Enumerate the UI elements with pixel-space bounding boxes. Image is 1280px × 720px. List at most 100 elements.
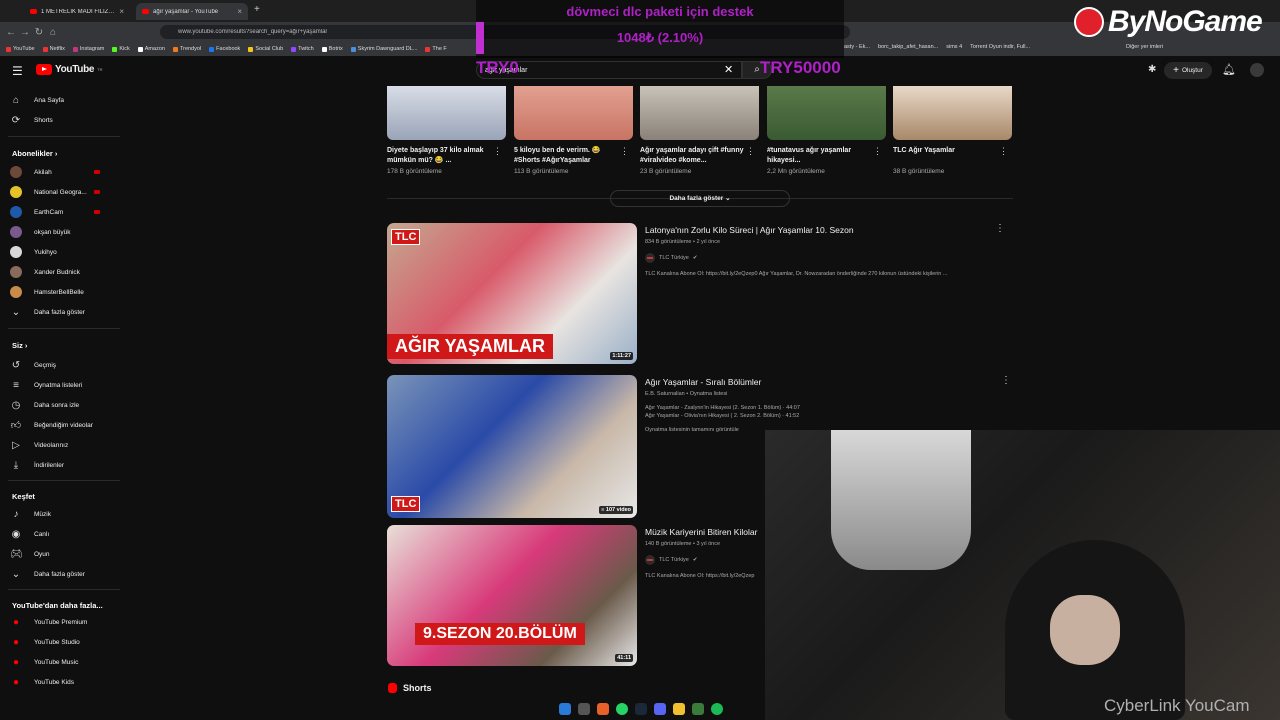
sidebar-item-liked[interactable]: 👍︎ Beğendiğim videolar [10,418,93,432]
more-options-icon[interactable]: ⋮ [746,146,755,157]
short-card[interactable]: 5 kiloyu ben de verirm. 😂 #Shorts #AğırY… [514,86,633,175]
short-title[interactable]: 5 kiloyu ben de verirm. 😂 #Shorts #AğırY… [514,146,618,166]
sidebar-item-live[interactable]: ◉ Canlı [10,527,50,541]
bookmark[interactable]: Botrix [321,46,343,52]
sidebar-item-home[interactable]: ⌂ Ana Sayfa [10,93,64,107]
extension-icon[interactable]: ✱ [1148,64,1156,75]
bookmark[interactable]: Skyrim Dawnguard DL... [350,46,417,52]
sidebar-item-your-videos[interactable]: ▷ Videolarınız [10,438,68,452]
steam-icon[interactable] [635,703,647,715]
bookmark[interactable]: Torrent Oyun indir, Full... [970,44,1030,50]
whatsapp-icon[interactable] [616,703,628,715]
sidebar-item-watch-later[interactable]: ◷ Daha sonra izle [10,398,80,412]
short-title[interactable]: #tunatavus ağır yaşamlar hikayesi... [767,146,871,166]
short-thumbnail[interactable] [767,86,886,140]
sidebar-item-subscription[interactable]: Yukihyo [10,245,57,259]
notifications-bell-icon[interactable]: 🔔︎ [1222,63,1236,76]
sidebar-item-subscription[interactable]: okşan büyük [10,225,71,239]
sidebar-item-subscription[interactable]: EarthCam [10,205,63,219]
sidebar-item-studio[interactable]: ● YouTube Studio [10,635,80,649]
sidebar-item-subscription[interactable]: HamsterBellBelle [10,285,84,299]
bookmark[interactable]: borc_takip_afet_hasan... [878,44,938,50]
more-options-icon[interactable]: ⋮ [493,146,502,157]
close-tab-icon[interactable]: × [237,7,242,16]
sidebar-item-subscription[interactable]: National Geogra... [10,185,87,199]
short-title[interactable]: TLC Ağır Yaşamlar [893,146,997,166]
reload-icon[interactable]: ↻ [32,27,46,38]
sidebar-item-subscription[interactable]: Xander Budnick [10,265,80,279]
video-thumbnail[interactable]: 9.SEZON 20.BÖLÜM 41:11 [387,525,637,666]
more-options-icon[interactable]: ⋮ [620,146,629,157]
close-tab-icon[interactable]: × [119,7,124,16]
firefox-icon[interactable] [597,703,609,715]
video-title[interactable]: Latonya'nın Zorlu Kilo Süreci | Ağır Yaş… [645,225,1005,235]
windows-start-icon[interactable] [559,703,571,715]
new-tab-icon[interactable]: + [254,4,260,15]
browser-tab-active[interactable]: ağır yaşamlar - YouTube × [136,3,248,20]
sidebar-item-subscription[interactable]: Akilah [10,165,52,179]
short-card[interactable]: #tunatavus ağır yaşamlar hikayesi... 2,2… [767,86,886,175]
show-more-subscriptions[interactable]: ⌄ Daha fazla göster [10,305,85,319]
app-icon[interactable] [692,703,704,715]
spotify-icon[interactable] [711,703,723,715]
clear-search-icon[interactable]: ✕ [724,63,733,76]
sidebar-item-kids[interactable]: ● YouTube Kids [10,675,74,689]
menu-icon[interactable]: ☰ [12,64,23,78]
playlist-title[interactable]: Ağır Yaşamlar - Sıralı Bölümler [645,377,1005,387]
short-title[interactable]: Diyete başlayıp 37 kilo almak mümkün mü?… [387,146,491,166]
more-options-icon[interactable]: ⋮ [873,146,882,157]
more-options-icon[interactable]: ⋮ [1001,375,1011,386]
bookmark[interactable]: Facebook [209,46,240,52]
bookmark[interactable]: Twitch [291,46,314,52]
avatar[interactable] [1250,63,1264,77]
bookmark[interactable]: Amazon [137,46,165,52]
bookmark[interactable]: Instagram [72,46,104,52]
sidebar-item-music-app[interactable]: ● YouTube Music [10,655,78,669]
short-thumbnail[interactable] [514,86,633,140]
short-card[interactable]: Diyete başlayıp 37 kilo almak mümkün mü?… [387,86,506,175]
sidebar-item-gaming[interactable]: 🎮︎ Oyun [10,547,50,561]
discord-icon[interactable] [654,703,666,715]
create-button[interactable]: + Oluştur [1164,62,1212,79]
you-heading[interactable]: Siz › [12,341,27,350]
other-bookmarks[interactable]: Diğer yer imleri [1126,44,1163,50]
forward-icon[interactable]: → [18,27,32,38]
bookmark[interactable]: Kick [112,46,130,52]
sidebar-item-downloads[interactable]: ⤓ İndirilenler [10,458,64,472]
file-explorer-icon[interactable] [673,703,685,715]
bookmark[interactable]: The F [425,46,447,52]
bookmark-folder[interactable]: sims 4 [946,44,962,50]
search-icon[interactable] [578,703,590,715]
browser-tab[interactable]: 1 METRELİK MADİ FİLİZ - YouTu × [24,3,130,20]
short-thumbnail[interactable] [387,86,506,140]
bookmark[interactable]: Netflix [42,46,65,52]
video-result[interactable]: TLC AĞIR YAŞAMLAR 1:11:27 Latonya'nın Zo… [387,223,1017,364]
sidebar-item-history[interactable]: ↺ Geçmiş [10,358,56,372]
channel-row[interactable]: TLC Türkiye ✔ [645,253,1005,263]
show-more-button[interactable]: Daha fazla göster ⌄ [610,190,790,207]
short-card[interactable]: Ağır yaşamlar adayı çift #funny #viralvi… [640,86,759,175]
channel-name[interactable]: TLC Türkiye [659,255,689,261]
short-title[interactable]: Ağır yaşamlar adayı çift #funny #viralvi… [640,146,744,166]
more-options-icon[interactable]: ⋮ [995,223,1005,234]
bookmark[interactable]: Trendyol [172,46,201,52]
bookmark[interactable]: Social Club [248,46,283,52]
short-card[interactable]: TLC Ağır Yaşamlar 38 B görüntüleme ⋮ [893,86,1012,175]
bookmark[interactable]: asty - Ek... [844,44,870,50]
sidebar-item-playlists[interactable]: ≡ Oynatma listeleri [10,378,82,392]
youtube-logo[interactable]: YouTube TR [36,64,103,75]
short-thumbnail[interactable] [893,86,1012,140]
video-thumbnail[interactable]: TLC AĞIR YAŞAMLAR 1:11:27 [387,223,637,364]
short-thumbnail[interactable] [640,86,759,140]
playlist-thumbnail[interactable]: TLC ≡ 107 video [387,375,637,518]
sidebar-item-shorts[interactable]: ⟳ Shorts [10,113,53,127]
back-icon[interactable]: ← [4,27,18,38]
playlist-entry[interactable]: Ağır Yaşamlar - Zsalynn'in Hikayesi (2. … [645,405,1005,411]
sidebar-item-music[interactable]: ♪ Müzik [10,507,51,521]
channel-name[interactable]: TLC Türkiye [659,557,689,563]
subscriptions-heading[interactable]: Abonelikler › [12,149,57,158]
bookmark[interactable]: YouTube [6,46,35,52]
more-options-icon[interactable]: ⋮ [999,146,1008,157]
sidebar-item-premium[interactable]: ● YouTube Premium [10,615,87,629]
playlist-entry[interactable]: Ağır Yaşamlar - Olivia'nın Hikayesi ( 2.… [645,413,1005,419]
